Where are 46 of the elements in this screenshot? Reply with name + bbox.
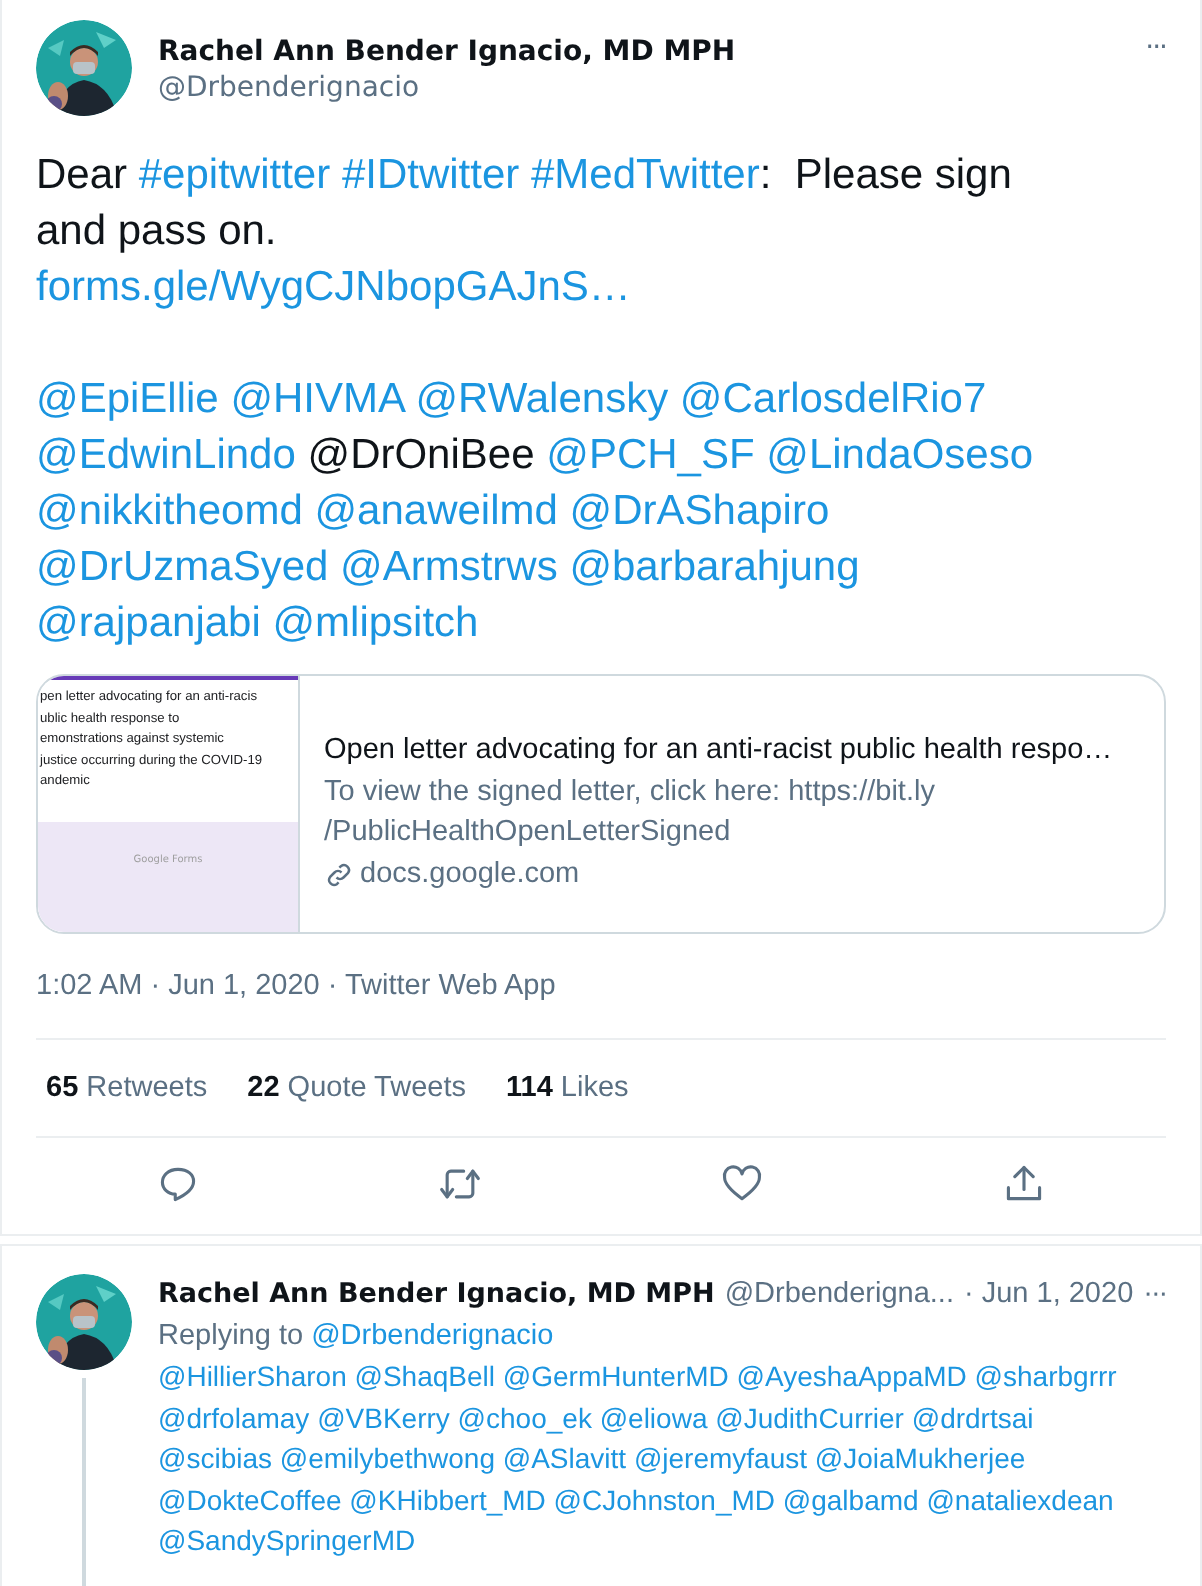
- mention-text: @DokteCoffee @KHibbert_MD @CJohnston_MD @galbamd @nataliexdean: [158, 1481, 1116, 1520]
- link[interactable]: #epitwitter: [138, 152, 331, 198]
- link[interactable]: #IDtwitter: [341, 152, 520, 198]
- card-domain: docs.google.com: [360, 856, 580, 894]
- stat-link[interactable]: 22 Quote Tweets: [247, 1072, 466, 1104]
- link[interactable]: @DrAShapiro: [569, 488, 830, 534]
- link-icon: [324, 859, 354, 889]
- link[interactable]: @rajpanjabi: [36, 600, 261, 646]
- link[interactable]: @Drbenderignacio: [311, 1319, 554, 1351]
- card-title: Open letter advocating for an anti-racist public health respo…: [324, 732, 1113, 770]
- tweet-text: @EpiEllie @HIVMA @RWalensky @CarlosdelRio7 @EdwinLindo @DrOniBee @PCH_SF @LindaOseso @nikkitheomd @anaweilmd @DrAShapiro @DrUzmaSyed @Armstrws @barbarahjung @rajpanjabi @mlipsitch: [36, 374, 1036, 650]
- link[interactable]: @mlipsitch: [272, 600, 479, 646]
- mention-text: @drfolamay @VBKerry @choo_ek @eliowa @JudithCurrier @drdrtsai: [158, 1399, 1036, 1438]
- link[interactable]: @EdwinLindo: [36, 432, 296, 478]
- link[interactable]: @Armstrws: [340, 544, 558, 590]
- reply-icon[interactable]: [155, 1162, 200, 1206]
- link[interactable]: forms.gle/WygCJNbopGAJnS…: [36, 264, 631, 310]
- link[interactable]: @barbarahjung: [569, 544, 860, 590]
- link[interactable]: @DrUzmaSyed: [36, 544, 329, 590]
- link[interactable]: @HIVMA: [230, 376, 404, 422]
- link[interactable]: @RWalensky: [415, 376, 669, 422]
- mention-text: @HillierSharon @ShaqBell @GermHunterMD @AyeshaAppaMD @sharbgrrr: [158, 1358, 1119, 1396]
- link[interactable]: @EpiEllie: [36, 376, 219, 422]
- link[interactable]: @PCH_SF: [546, 432, 755, 478]
- link[interactable]: #MedTwitter: [530, 152, 760, 198]
- tweet-date[interactable]: · Jun 1, 2020: [963, 1274, 1134, 1315]
- link-card[interactable]: [36, 674, 1166, 934]
- stat-link[interactable]: 114 Likes: [506, 1072, 629, 1104]
- author-name: Rachel Ann Bender Ignacio, MD MPH: [158, 1276, 715, 1314]
- heart-icon[interactable]: [720, 1162, 765, 1206]
- author-handle[interactable]: @Drbenderigna...: [724, 1274, 954, 1315]
- author-handle[interactable]: @Drbenderignacio: [158, 72, 1120, 104]
- more-button[interactable]: ···: [1143, 1274, 1167, 1315]
- timestamp: 1:02 AM · Jun 1, 2020 · Twitter Web App: [36, 968, 558, 1006]
- mention-text: @scibias @emilybethwong @ASlavitt @jeremyfaust @JoiaMukherjee: [158, 1440, 1028, 1478]
- tweet-text: Dear #epitwitter #IDtwitter #MedTwitter: Please sign and pass on. forms.gle/WygCJNbopGAJnS…: [36, 150, 1014, 314]
- link[interactable]: @anaweilmd: [314, 488, 558, 534]
- more-button[interactable]: ···: [1145, 20, 1166, 64]
- replying-to-text: Replying to @Drbenderignacio: [158, 1317, 556, 1355]
- author-name: Rachel Ann Bender Ignacio, MD MPH: [158, 36, 738, 68]
- link[interactable]: @LindaOseso: [766, 432, 1034, 478]
- share-icon[interactable]: [1002, 1162, 1047, 1206]
- stat-link[interactable]: 65 Retweets: [46, 1072, 208, 1104]
- link[interactable]: @CarlosdelRio7: [679, 376, 987, 422]
- link[interactable]: @nikkitheomd: [36, 488, 303, 534]
- mention-text: @SandySpringerMD: [158, 1522, 418, 1560]
